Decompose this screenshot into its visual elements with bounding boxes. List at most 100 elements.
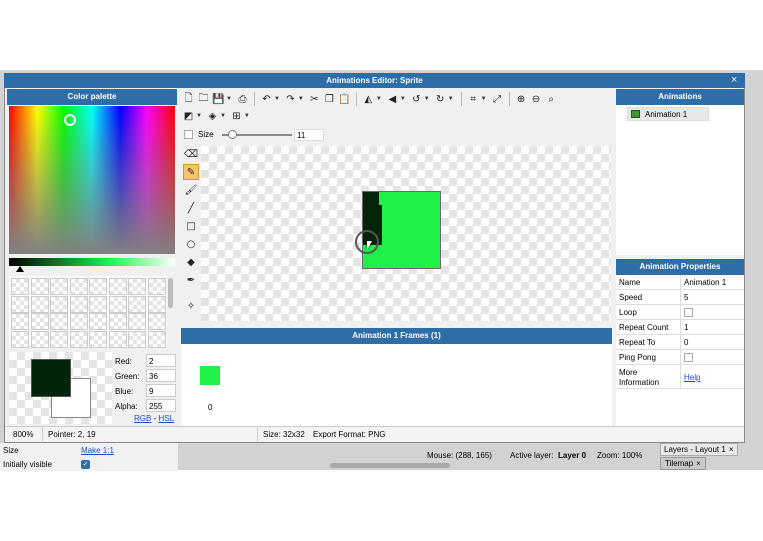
redo-icon[interactable]: ↷ [283,92,298,107]
color-swatch[interactable] [108,278,127,295]
loop-checkbox[interactable] [684,308,693,317]
shape-fill-icon[interactable]: ◩ [181,109,196,124]
color-swatch[interactable] [50,330,68,348]
paste-icon[interactable]: 📋 [337,92,352,107]
crop-icon[interactable]: ⌗ [466,92,481,107]
color-swatch[interactable] [128,330,146,348]
color-swatch[interactable] [147,313,166,330]
color-picker-area[interactable] [9,106,175,254]
line-icon[interactable]: ╱ [183,200,199,216]
brush-icon[interactable]: 🖌 [183,182,199,198]
color-swatch[interactable] [147,330,166,348]
new-file-icon[interactable]: 🗋 [181,92,196,107]
blue-input[interactable]: 9 [146,384,176,397]
color-swatch[interactable] [50,313,68,330]
bg-scrollbar[interactable] [330,463,450,468]
rgb-link[interactable]: RGB [134,414,151,423]
size-slider-handle[interactable] [228,130,237,139]
color-swatch[interactable] [89,278,107,295]
undo-icon[interactable]: ↶ [259,92,274,107]
color-swatch[interactable] [128,278,146,295]
rotate-right-icon[interactable]: ↻ [433,92,448,107]
open-folder-icon[interactable]: 🗀 [196,92,211,107]
ping-pong-checkbox[interactable] [684,353,693,362]
color-swatch[interactable] [11,313,29,330]
repeat-to-value[interactable]: 0 [680,335,744,349]
bg-tab-layers[interactable]: Layers - Layout 1 × [660,443,738,456]
name-value[interactable]: Animation 1 [680,275,744,289]
color-picker-cursor[interactable] [64,114,76,126]
alpha-input[interactable]: 255 [146,399,176,412]
redo-dropdown-icon[interactable]: ▼ [298,96,304,102]
color-swatch[interactable] [147,295,166,313]
color-swatch[interactable] [89,330,107,348]
color-swatch[interactable] [30,295,49,313]
grid-dropdown-icon[interactable]: ▼ [244,113,250,119]
red-input[interactable]: 2 [146,354,176,367]
copy-icon[interactable]: ❐ [322,92,337,107]
zoom-reset-icon[interactable]: ⌕ [544,92,559,107]
ellipse-icon[interactable]: ○ [183,236,199,252]
color-swatch[interactable] [50,278,68,295]
resize-icon[interactable]: ⤢ [490,92,505,107]
green-input[interactable]: 36 [146,369,176,382]
color-swatch[interactable] [147,278,166,295]
bg-visible-checkbox[interactable]: ✓ [81,460,90,469]
grid-icon[interactable]: ⊞ [229,109,244,124]
lightness-slider[interactable] [9,258,175,266]
color-swatch[interactable] [108,295,127,313]
fill-bucket-icon[interactable]: ◆ [183,254,199,270]
color-swatch[interactable] [30,330,49,348]
mirror-dropdown-icon[interactable]: ▼ [400,96,406,102]
color-swatch[interactable] [30,313,49,330]
color-swatch[interactable] [108,313,127,330]
color-swatch[interactable] [11,295,29,313]
eyedropper-icon[interactable]: ✒ [183,272,199,288]
zoom-in-icon[interactable]: ⊕ [514,92,529,107]
undo-dropdown-icon[interactable]: ▼ [274,96,280,102]
color-swatch[interactable] [128,313,146,330]
swatch-scrollbar[interactable] [168,278,173,308]
color-swatch[interactable] [128,295,146,313]
rotate-left-dropdown-icon[interactable]: ▼ [424,96,430,102]
repeat-count-value[interactable]: 1 [680,320,744,334]
lightness-slider-handle[interactable] [16,266,24,272]
help-link[interactable]: Help [680,365,744,388]
color-swatch[interactable] [69,330,88,348]
cut-icon[interactable]: ✂ [307,92,322,107]
save-dropdown-icon[interactable]: ▼ [226,96,232,102]
shape-fill-dropdown-icon[interactable]: ▼ [196,113,202,119]
close-icon[interactable]: × [696,459,701,468]
bg-tab-tilemap[interactable]: Tilemap × [660,457,706,470]
primary-color-swatch[interactable] [31,359,71,397]
layers-dropdown-icon[interactable]: ▼ [220,113,226,119]
color-swatch[interactable] [50,295,68,313]
color-swatch[interactable] [89,295,107,313]
animation-list-item[interactable]: Animation 1 [627,107,709,121]
bg-make-link[interactable]: Make 1:1 [81,446,114,455]
crop-dropdown-icon[interactable]: ▼ [481,96,487,102]
size-checkbox[interactable] [184,129,193,139]
save-icon[interactable]: 💾 [211,92,226,107]
zoom-out-icon[interactable]: ⊖ [529,92,544,107]
rectangle-icon[interactable]: □ [183,218,199,234]
layers-icon[interactable]: ◈ [205,109,220,124]
close-icon[interactable]: × [729,445,734,454]
import-icon[interactable]: ⎙ [235,92,250,107]
eraser-icon[interactable]: ⌫ [183,146,199,162]
color-swatch[interactable] [30,278,49,295]
flip-horizontal-icon[interactable]: ◭ [361,92,376,107]
rotate-left-icon[interactable]: ↺ [409,92,424,107]
rotate-right-dropdown-icon[interactable]: ▼ [448,96,454,102]
color-swatch[interactable] [69,295,88,313]
frame-thumbnail[interactable] [200,366,220,385]
size-value-input[interactable]: 11 [294,129,324,141]
color-swatch[interactable] [89,313,107,330]
color-swatch[interactable] [69,313,88,330]
speed-value[interactable]: 5 [680,290,744,304]
color-swatch[interactable] [108,330,127,348]
flip-dropdown-icon[interactable]: ▼ [376,96,382,102]
color-swatch[interactable] [11,330,29,348]
hotspot-icon[interactable]: ✧ [183,298,199,314]
dialog-close-button[interactable]: × [731,74,737,86]
